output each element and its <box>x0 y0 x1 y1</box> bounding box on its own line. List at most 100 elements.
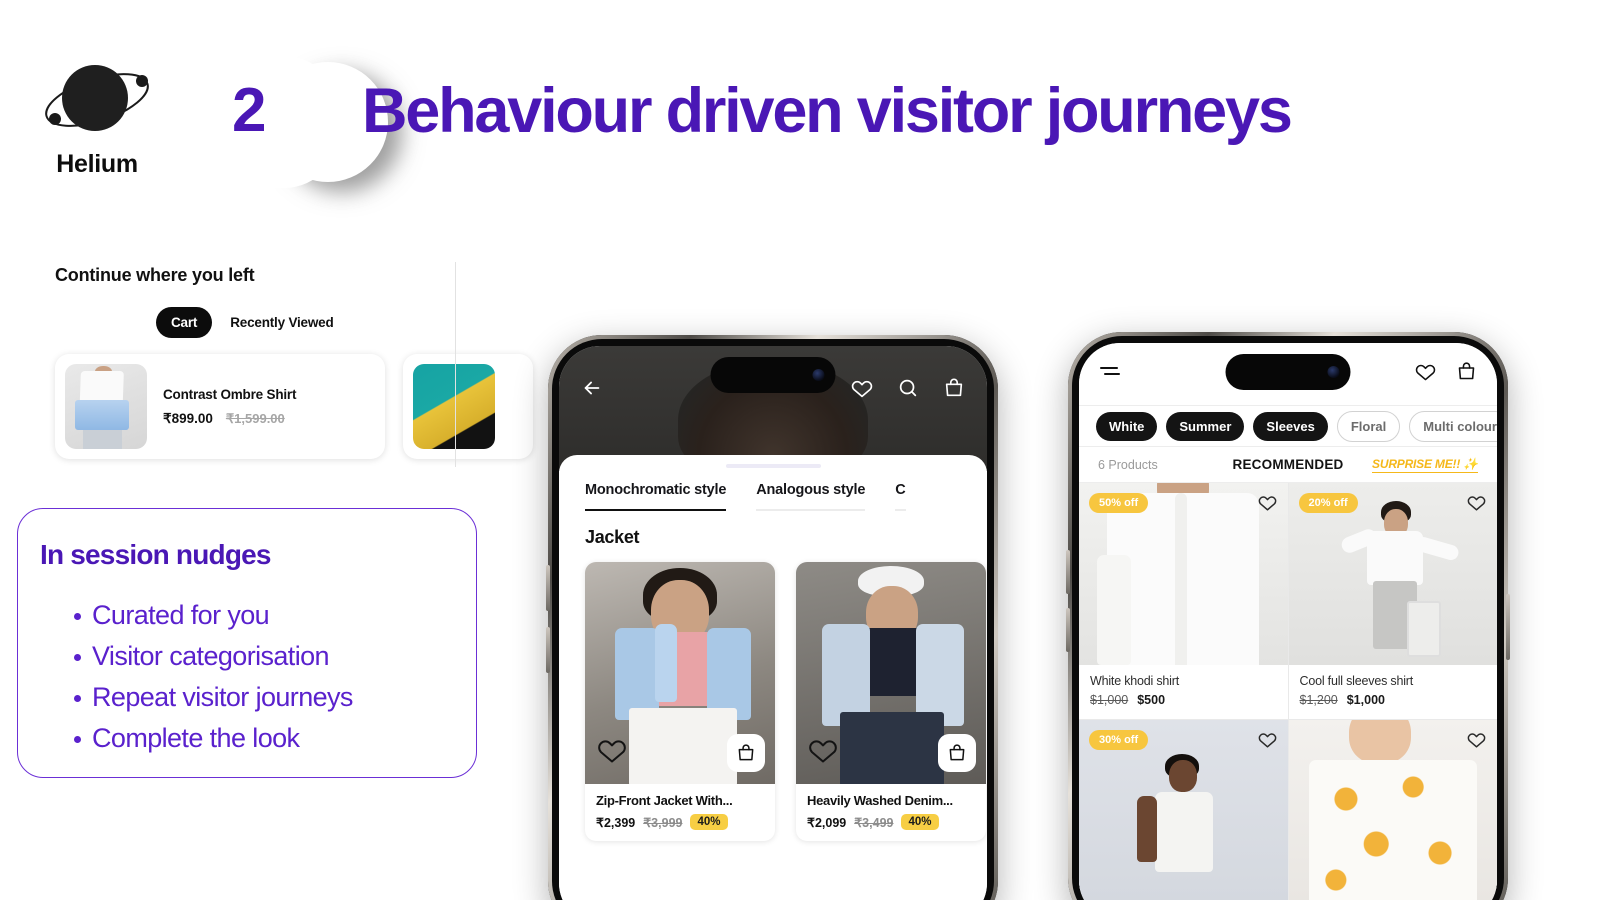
product-card[interactable]: 50% off White khodi shirt $1,000 $500 <box>1079 483 1288 719</box>
tab-analogous-style[interactable]: Analogous style <box>756 482 865 511</box>
product-price-row: ₹2,099 ₹3,499 40% <box>807 814 975 830</box>
heart-icon[interactable] <box>1258 730 1277 754</box>
filter-menu-icon[interactable] <box>1099 363 1123 386</box>
product-name: Contrast Ombre Shirt <box>163 386 297 402</box>
step-number: 2 <box>232 76 266 145</box>
list-item: Repeat visitor journeys <box>40 677 476 718</box>
product-card[interactable]: 30% off <box>1079 720 1288 900</box>
add-to-bag-button[interactable] <box>938 734 976 772</box>
list-item: Complete the look <box>40 718 476 759</box>
surprise-me-button[interactable]: SURPRISE ME!! ✨ <box>1372 457 1478 473</box>
discount-badge: 40% <box>901 814 939 830</box>
filter-chip-summer[interactable]: Summer <box>1166 411 1245 441</box>
atom-orbit-icon <box>37 52 157 148</box>
heart-icon[interactable] <box>1467 730 1486 754</box>
continue-tabs: Cart Recently Viewed <box>55 307 455 338</box>
phone2-product-grid: 50% off White khodi shirt $1,000 $500 20… <box>1079 483 1497 900</box>
heart-icon[interactable] <box>1467 493 1486 517</box>
product-price-row: ₹2,399 ₹3,999 40% <box>596 814 764 830</box>
style-tabs: Monochromatic style Analogous style C <box>559 482 987 511</box>
product-meta: Cool full sleeves shirt $1,200 $1,000 <box>1289 665 1498 719</box>
slide-canvas: Helium 2 Behaviour driven visitor journe… <box>0 0 1600 900</box>
product-price: ₹899.00 <box>163 410 213 426</box>
heart-icon[interactable] <box>597 735 627 770</box>
phone-mockup-recommendations: White Summer Sleeves Floral Multi colour… <box>1066 332 1510 900</box>
product-image <box>585 562 775 784</box>
heart-icon[interactable] <box>1415 361 1436 387</box>
product-price: ₹2,099 <box>807 815 847 830</box>
search-icon[interactable] <box>897 377 919 404</box>
heart-icon[interactable] <box>1258 493 1277 517</box>
sort-label[interactable]: RECOMMENDED <box>1233 457 1344 472</box>
heart-icon[interactable] <box>808 735 838 770</box>
tab-monochromatic-style[interactable]: Monochromatic style <box>585 482 726 511</box>
shopping-bag-icon[interactable] <box>1456 361 1477 387</box>
continue-title: Continue where you left <box>55 265 255 285</box>
shopping-bag-icon[interactable] <box>943 377 965 404</box>
product-meta: White khodi shirt $1,000 $500 <box>1079 665 1288 719</box>
product-card[interactable] <box>1288 720 1497 900</box>
filter-chip-multi-colour[interactable]: Multi colour <box>1409 410 1497 442</box>
product-name: White khodi shirt <box>1090 674 1179 688</box>
section-title-jacket: Jacket <box>585 527 640 547</box>
back-arrow-icon[interactable] <box>581 377 603 404</box>
product-info: Contrast Ombre Shirt ₹899.00 ₹1,599.00 <box>147 387 296 427</box>
in-session-nudges-box: In session nudges Curated for you Visito… <box>17 508 477 778</box>
sort-bar: 6 Products RECOMMENDED SURPRISE ME!! ✨ <box>1079 447 1497 483</box>
product-name: Zip-Front Jacket With... <box>596 793 733 808</box>
volume-up-button[interactable] <box>546 565 550 611</box>
product-original-price: ₹3,499 <box>854 815 894 830</box>
volume-up-button[interactable] <box>1066 550 1070 594</box>
power-button[interactable] <box>1506 594 1510 660</box>
product-card[interactable]: 20% off Cool full sleeves shirt $1,200 $… <box>1288 483 1498 719</box>
phone-mockup-product-listing: Monochromatic style Analogous style C Ja… <box>546 335 998 900</box>
tab-recently-viewed[interactable]: Recently Viewed <box>228 307 335 338</box>
tab-complementary-style[interactable]: C <box>895 482 906 511</box>
product-thumbnail <box>65 364 147 449</box>
product-price-row: $1,000 $500 <box>1090 693 1277 707</box>
add-to-bag-button[interactable] <box>727 734 765 772</box>
heart-icon[interactable] <box>851 377 873 404</box>
product-image <box>1288 720 1497 900</box>
list-item: Visitor categorisation <box>40 636 476 677</box>
product-original-price: $1,200 <box>1299 693 1338 707</box>
product-price: ₹2,399 <box>596 815 636 830</box>
discount-badge: 20% off <box>1298 493 1358 513</box>
page-title: Behaviour driven visitor journeys <box>362 76 1293 146</box>
product-original-price: ₹1,599.00 <box>225 410 285 426</box>
product-price: $500 <box>1137 693 1166 707</box>
phone1-action-icons <box>851 377 965 404</box>
tab-cart[interactable]: Cart <box>156 307 213 338</box>
nudges-title: In session nudges <box>40 539 271 570</box>
product-name: Cool full sleeves shirt <box>1299 674 1414 688</box>
filter-chip-sleeves[interactable]: Sleeves <box>1253 411 1328 441</box>
product-card[interactable]: Zip-Front Jacket With... ₹2,399 ₹3,999 4… <box>585 562 775 841</box>
product-card[interactable]: Heavily Washed Denim... ₹2,099 ₹3,499 40… <box>796 562 986 841</box>
product-image: 50% off <box>1079 483 1288 665</box>
sheet-grabber[interactable] <box>725 464 821 468</box>
product-count: 6 Products <box>1098 457 1158 472</box>
phone1-product-grid: Zip-Front Jacket With... ₹2,399 ₹3,999 4… <box>559 548 987 841</box>
continue-where-you-left-card: Continue where you left Cart Recently Vi… <box>55 265 533 459</box>
product-price-row: $1,200 $1,000 <box>1300 693 1487 707</box>
product-thumbnail <box>413 364 495 449</box>
list-item[interactable] <box>403 354 533 459</box>
list-item: Curated for you <box>40 595 476 636</box>
discount-badge: 30% off <box>1089 730 1149 750</box>
product-name: Heavily Washed Denim... <box>807 793 953 808</box>
section-divider <box>455 262 456 467</box>
volume-down-button[interactable] <box>1066 608 1070 652</box>
nudges-list: Curated for you Visitor categorisation R… <box>40 595 476 759</box>
filter-chip-row: White Summer Sleeves Floral Multi colour <box>1079 405 1497 447</box>
filter-chip-white[interactable]: White <box>1096 411 1158 441</box>
dynamic-island <box>1225 354 1351 390</box>
product-original-price: ₹3,999 <box>643 815 683 830</box>
filter-chip-floral[interactable]: Floral <box>1336 410 1401 442</box>
phone2-screen: White Summer Sleeves Floral Multi colour… <box>1079 343 1497 900</box>
phone2-action-icons <box>1415 361 1477 387</box>
continue-product-list: Contrast Ombre Shirt ₹899.00 ₹1,599.00 <box>55 354 533 459</box>
list-item[interactable]: Contrast Ombre Shirt ₹899.00 ₹1,599.00 <box>55 354 385 459</box>
discount-badge: 50% off <box>1089 493 1149 513</box>
volume-down-button[interactable] <box>546 627 550 673</box>
phone1-screen: Monochromatic style Analogous style C Ja… <box>559 346 987 900</box>
